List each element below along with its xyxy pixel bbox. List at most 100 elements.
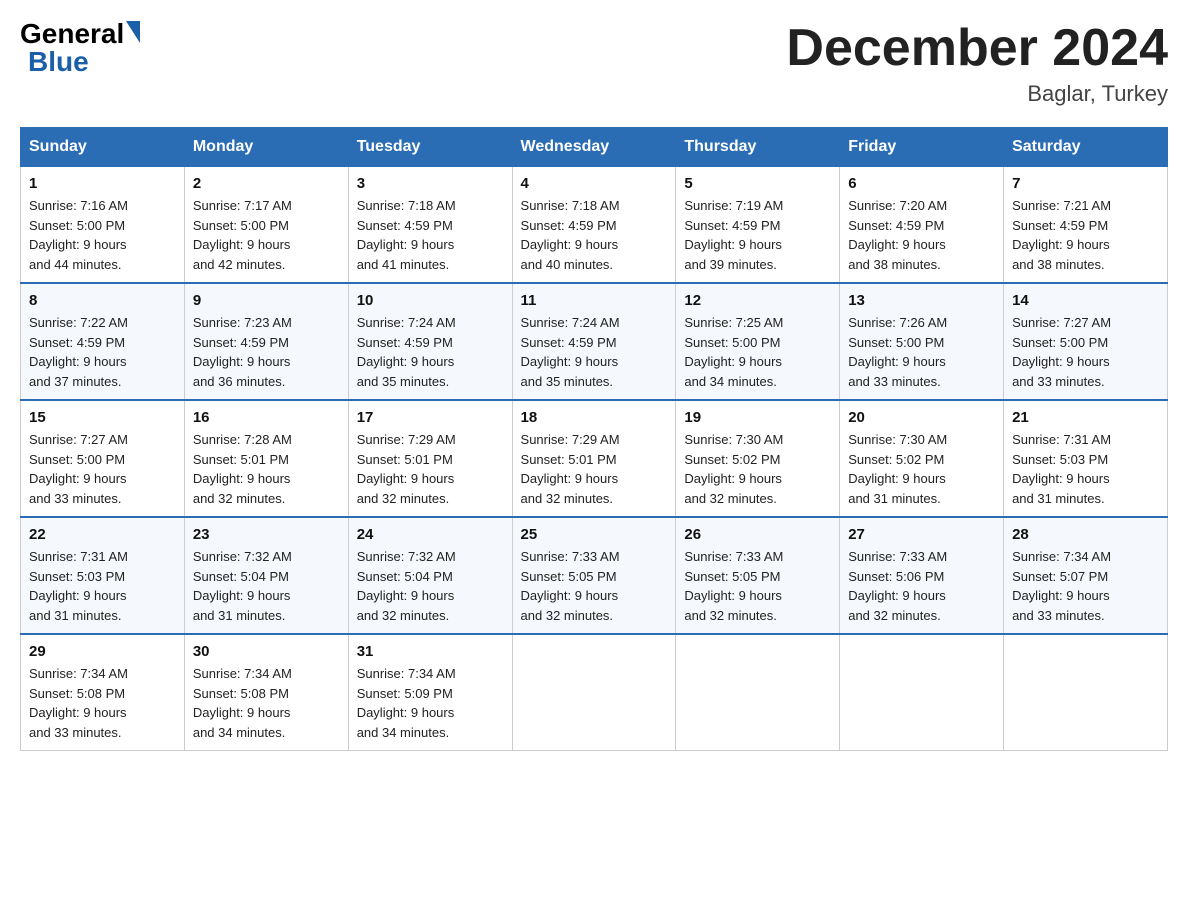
day-info: Sunrise: 7:17 AM Sunset: 5:00 PM Dayligh… — [193, 196, 340, 274]
calendar-cell: 9 Sunrise: 7:23 AM Sunset: 4:59 PM Dayli… — [184, 283, 348, 400]
logo-general-text: General — [20, 20, 124, 48]
calendar-cell: 1 Sunrise: 7:16 AM Sunset: 5:00 PM Dayli… — [21, 167, 185, 284]
calendar-week-2: 8 Sunrise: 7:22 AM Sunset: 4:59 PM Dayli… — [21, 283, 1168, 400]
calendar-cell: 11 Sunrise: 7:24 AM Sunset: 4:59 PM Dayl… — [512, 283, 676, 400]
day-info: Sunrise: 7:30 AM Sunset: 5:02 PM Dayligh… — [684, 430, 831, 508]
calendar-cell: 7 Sunrise: 7:21 AM Sunset: 4:59 PM Dayli… — [1004, 167, 1168, 284]
calendar-cell: 18 Sunrise: 7:29 AM Sunset: 5:01 PM Dayl… — [512, 400, 676, 517]
calendar-subtitle: Baglar, Turkey — [786, 81, 1168, 107]
page-header: General Blue December 2024 Baglar, Turke… — [20, 20, 1168, 107]
calendar-cell: 30 Sunrise: 7:34 AM Sunset: 5:08 PM Dayl… — [184, 634, 348, 751]
calendar-cell: 15 Sunrise: 7:27 AM Sunset: 5:00 PM Dayl… — [21, 400, 185, 517]
col-friday: Friday — [840, 128, 1004, 167]
day-number: 23 — [193, 526, 340, 543]
day-info: Sunrise: 7:23 AM Sunset: 4:59 PM Dayligh… — [193, 313, 340, 391]
day-info: Sunrise: 7:18 AM Sunset: 4:59 PM Dayligh… — [521, 196, 668, 274]
calendar-week-1: 1 Sunrise: 7:16 AM Sunset: 5:00 PM Dayli… — [21, 167, 1168, 284]
day-info: Sunrise: 7:33 AM Sunset: 5:05 PM Dayligh… — [684, 547, 831, 625]
day-info: Sunrise: 7:34 AM Sunset: 5:09 PM Dayligh… — [357, 664, 504, 742]
calendar-cell: 23 Sunrise: 7:32 AM Sunset: 5:04 PM Dayl… — [184, 517, 348, 634]
logo-blue-text: Blue — [28, 48, 89, 76]
calendar-cell: 10 Sunrise: 7:24 AM Sunset: 4:59 PM Dayl… — [348, 283, 512, 400]
day-info: Sunrise: 7:27 AM Sunset: 5:00 PM Dayligh… — [1012, 313, 1159, 391]
day-number: 30 — [193, 643, 340, 660]
day-number: 19 — [684, 409, 831, 426]
day-number: 11 — [521, 292, 668, 309]
day-number: 6 — [848, 175, 995, 192]
col-wednesday: Wednesday — [512, 128, 676, 167]
day-info: Sunrise: 7:28 AM Sunset: 5:01 PM Dayligh… — [193, 430, 340, 508]
calendar-title: December 2024 — [786, 20, 1168, 77]
day-number: 2 — [193, 175, 340, 192]
col-tuesday: Tuesday — [348, 128, 512, 167]
day-number: 29 — [29, 643, 176, 660]
title-block: December 2024 Baglar, Turkey — [786, 20, 1168, 107]
calendar-cell — [676, 634, 840, 751]
logo: General Blue — [20, 20, 140, 76]
day-number: 25 — [521, 526, 668, 543]
day-number: 18 — [521, 409, 668, 426]
day-info: Sunrise: 7:18 AM Sunset: 4:59 PM Dayligh… — [357, 196, 504, 274]
calendar-cell: 22 Sunrise: 7:31 AM Sunset: 5:03 PM Dayl… — [21, 517, 185, 634]
day-info: Sunrise: 7:29 AM Sunset: 5:01 PM Dayligh… — [357, 430, 504, 508]
day-number: 15 — [29, 409, 176, 426]
calendar-cell: 5 Sunrise: 7:19 AM Sunset: 4:59 PM Dayli… — [676, 167, 840, 284]
header-row: Sunday Monday Tuesday Wednesday Thursday… — [21, 128, 1168, 167]
calendar-cell: 29 Sunrise: 7:34 AM Sunset: 5:08 PM Dayl… — [21, 634, 185, 751]
calendar-cell — [1004, 634, 1168, 751]
day-number: 10 — [357, 292, 504, 309]
day-info: Sunrise: 7:29 AM Sunset: 5:01 PM Dayligh… — [521, 430, 668, 508]
day-info: Sunrise: 7:32 AM Sunset: 5:04 PM Dayligh… — [357, 547, 504, 625]
day-number: 22 — [29, 526, 176, 543]
day-number: 7 — [1012, 175, 1159, 192]
calendar-week-3: 15 Sunrise: 7:27 AM Sunset: 5:00 PM Dayl… — [21, 400, 1168, 517]
day-info: Sunrise: 7:31 AM Sunset: 5:03 PM Dayligh… — [29, 547, 176, 625]
day-number: 16 — [193, 409, 340, 426]
day-number: 13 — [848, 292, 995, 309]
day-info: Sunrise: 7:24 AM Sunset: 4:59 PM Dayligh… — [357, 313, 504, 391]
calendar-table: Sunday Monday Tuesday Wednesday Thursday… — [20, 127, 1168, 751]
day-info: Sunrise: 7:20 AM Sunset: 4:59 PM Dayligh… — [848, 196, 995, 274]
day-number: 21 — [1012, 409, 1159, 426]
col-monday: Monday — [184, 128, 348, 167]
calendar-cell: 17 Sunrise: 7:29 AM Sunset: 5:01 PM Dayl… — [348, 400, 512, 517]
day-info: Sunrise: 7:32 AM Sunset: 5:04 PM Dayligh… — [193, 547, 340, 625]
calendar-cell: 19 Sunrise: 7:30 AM Sunset: 5:02 PM Dayl… — [676, 400, 840, 517]
day-number: 1 — [29, 175, 176, 192]
day-info: Sunrise: 7:34 AM Sunset: 5:07 PM Dayligh… — [1012, 547, 1159, 625]
day-number: 27 — [848, 526, 995, 543]
calendar-cell: 13 Sunrise: 7:26 AM Sunset: 5:00 PM Dayl… — [840, 283, 1004, 400]
day-number: 28 — [1012, 526, 1159, 543]
day-info: Sunrise: 7:33 AM Sunset: 5:06 PM Dayligh… — [848, 547, 995, 625]
day-number: 8 — [29, 292, 176, 309]
day-info: Sunrise: 7:19 AM Sunset: 4:59 PM Dayligh… — [684, 196, 831, 274]
calendar-cell: 26 Sunrise: 7:33 AM Sunset: 5:05 PM Dayl… — [676, 517, 840, 634]
calendar-cell: 20 Sunrise: 7:30 AM Sunset: 5:02 PM Dayl… — [840, 400, 1004, 517]
calendar-cell: 14 Sunrise: 7:27 AM Sunset: 5:00 PM Dayl… — [1004, 283, 1168, 400]
calendar-cell: 6 Sunrise: 7:20 AM Sunset: 4:59 PM Dayli… — [840, 167, 1004, 284]
calendar-week-4: 22 Sunrise: 7:31 AM Sunset: 5:03 PM Dayl… — [21, 517, 1168, 634]
day-info: Sunrise: 7:34 AM Sunset: 5:08 PM Dayligh… — [193, 664, 340, 742]
calendar-cell — [840, 634, 1004, 751]
day-info: Sunrise: 7:22 AM Sunset: 4:59 PM Dayligh… — [29, 313, 176, 391]
day-info: Sunrise: 7:31 AM Sunset: 5:03 PM Dayligh… — [1012, 430, 1159, 508]
calendar-cell: 25 Sunrise: 7:33 AM Sunset: 5:05 PM Dayl… — [512, 517, 676, 634]
day-number: 3 — [357, 175, 504, 192]
calendar-cell — [512, 634, 676, 751]
col-thursday: Thursday — [676, 128, 840, 167]
day-number: 4 — [521, 175, 668, 192]
day-number: 31 — [357, 643, 504, 660]
day-number: 20 — [848, 409, 995, 426]
day-info: Sunrise: 7:16 AM Sunset: 5:00 PM Dayligh… — [29, 196, 176, 274]
day-info: Sunrise: 7:30 AM Sunset: 5:02 PM Dayligh… — [848, 430, 995, 508]
day-number: 26 — [684, 526, 831, 543]
day-info: Sunrise: 7:26 AM Sunset: 5:00 PM Dayligh… — [848, 313, 995, 391]
calendar-week-5: 29 Sunrise: 7:34 AM Sunset: 5:08 PM Dayl… — [21, 634, 1168, 751]
calendar-cell: 21 Sunrise: 7:31 AM Sunset: 5:03 PM Dayl… — [1004, 400, 1168, 517]
col-sunday: Sunday — [21, 128, 185, 167]
calendar-cell: 28 Sunrise: 7:34 AM Sunset: 5:07 PM Dayl… — [1004, 517, 1168, 634]
calendar-cell: 16 Sunrise: 7:28 AM Sunset: 5:01 PM Dayl… — [184, 400, 348, 517]
day-info: Sunrise: 7:24 AM Sunset: 4:59 PM Dayligh… — [521, 313, 668, 391]
day-info: Sunrise: 7:33 AM Sunset: 5:05 PM Dayligh… — [521, 547, 668, 625]
day-info: Sunrise: 7:34 AM Sunset: 5:08 PM Dayligh… — [29, 664, 176, 742]
